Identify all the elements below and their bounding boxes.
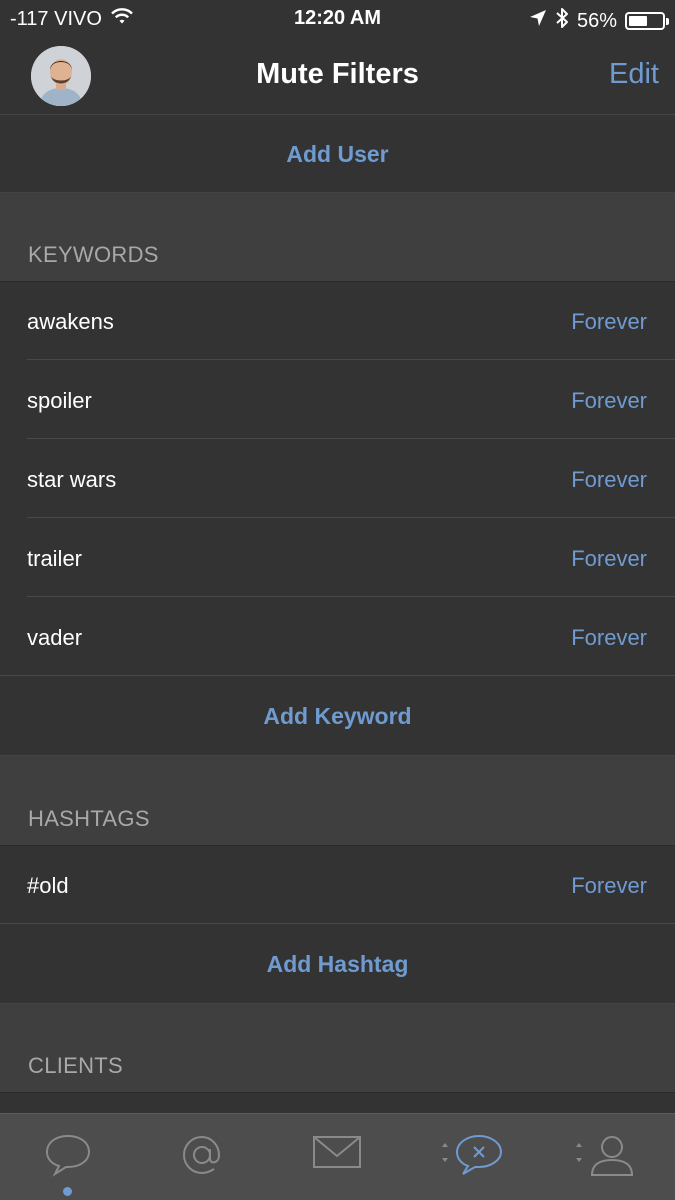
clients-section-header: CLIENTS <box>0 1003 675 1093</box>
at-sign-icon <box>179 1132 225 1182</box>
tab-messages[interactable] <box>297 1132 377 1182</box>
bluetooth-icon <box>555 7 569 35</box>
duration-label[interactable]: Forever <box>571 873 647 899</box>
keyword-label: trailer <box>27 546 83 571</box>
status-bar: -117 VIVO 12:20 AM 56% <box>0 0 675 38</box>
add-keyword-button[interactable]: Add Keyword <box>0 677 675 755</box>
divider <box>27 438 675 439</box>
tab-bar <box>0 1113 675 1200</box>
divider <box>27 517 675 518</box>
duration-label[interactable]: Forever <box>571 625 647 651</box>
edit-button[interactable]: Edit <box>609 58 659 91</box>
page-title: Mute Filters <box>256 58 419 90</box>
keyword-row[interactable]: awakens Forever <box>0 282 675 361</box>
tab-timeline[interactable] <box>28 1132 108 1182</box>
profile-icon <box>570 1132 640 1182</box>
divider <box>0 675 675 676</box>
battery-percent: 56% <box>576 9 617 32</box>
battery-icon <box>625 12 669 30</box>
divider <box>0 923 675 924</box>
navigation-bar: Mute Filters Edit <box>0 38 675 115</box>
hashtags-header-label: HASHTAGS <box>28 806 150 831</box>
keyword-row[interactable]: star wars Forever <box>0 440 675 519</box>
duration-label[interactable]: Forever <box>571 309 647 335</box>
keyword-label: awakens <box>27 309 114 334</box>
tab-mute-filters[interactable] <box>430 1132 510 1182</box>
keywords-section-header: KEYWORDS <box>0 192 675 282</box>
keyword-label: spoiler <box>27 388 92 413</box>
tab-profile[interactable] <box>565 1132 645 1182</box>
battery-level-fill <box>629 16 647 26</box>
clients-header-label: CLIENTS <box>28 1053 124 1078</box>
duration-label[interactable]: Forever <box>571 467 647 493</box>
duration-label[interactable]: Forever <box>571 388 647 414</box>
add-user-button[interactable]: Add User <box>0 115 675 193</box>
hashtag-label: #old <box>27 873 69 898</box>
tab-mentions[interactable] <box>162 1132 242 1182</box>
active-tab-indicator <box>63 1187 72 1196</box>
add-hashtag-button[interactable]: Add Hashtag <box>0 925 675 1003</box>
app: -117 VIVO 12:20 AM 56% Mute Filters Edit… <box>0 0 675 1200</box>
keyword-row[interactable]: vader Forever <box>0 598 675 677</box>
mute-bubble-icon <box>435 1132 505 1182</box>
keyword-row[interactable]: spoiler Forever <box>0 361 675 440</box>
keyword-label: vader <box>27 625 83 650</box>
hashtag-row[interactable]: #old Forever <box>0 846 675 925</box>
divider <box>27 596 675 597</box>
divider <box>27 359 675 360</box>
envelope-icon <box>311 1132 363 1182</box>
speech-bubble-icon <box>43 1132 93 1182</box>
keyword-row[interactable]: trailer Forever <box>0 519 675 598</box>
keywords-header-label: KEYWORDS <box>28 242 159 267</box>
hashtags-section-header: HASHTAGS <box>0 755 675 846</box>
duration-label[interactable]: Forever <box>571 546 647 572</box>
location-arrow-icon <box>529 9 547 33</box>
keyword-label: star wars <box>27 467 117 492</box>
